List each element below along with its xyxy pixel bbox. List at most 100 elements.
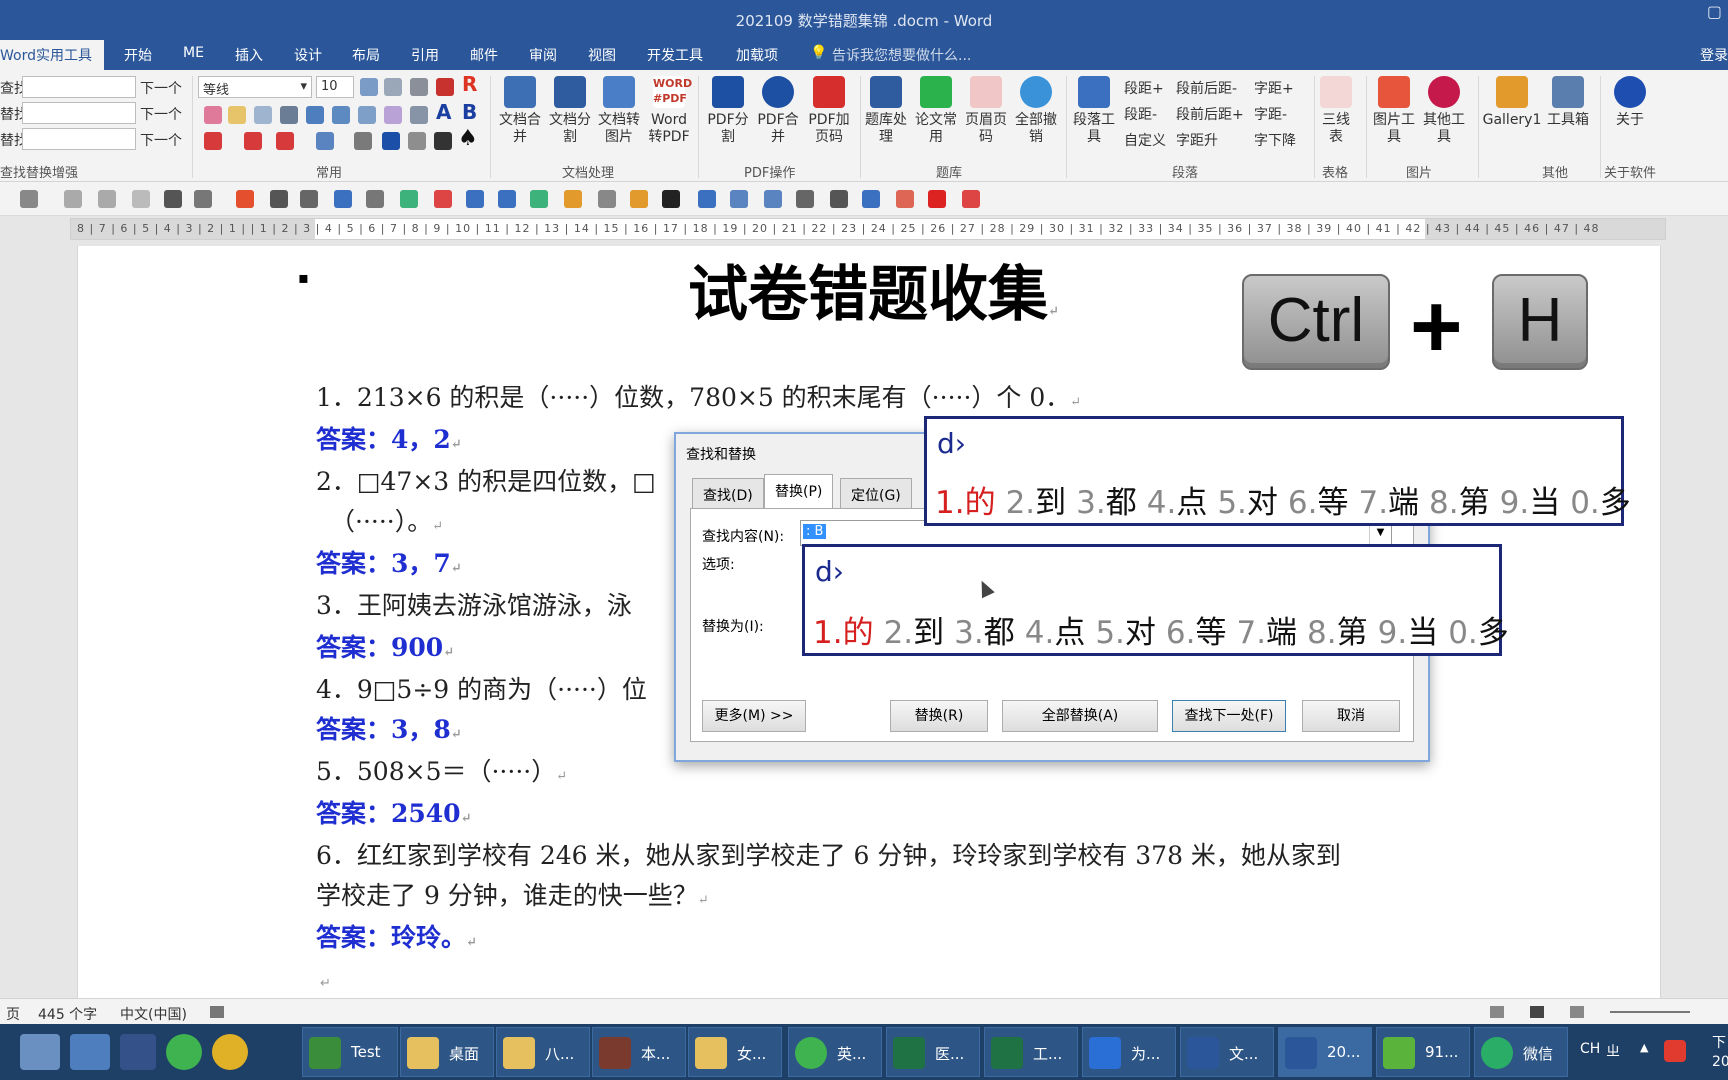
page-icon[interactable]: [228, 106, 246, 124]
para-before-after-plus[interactable]: 段前后距+: [1176, 104, 1244, 124]
font-size-select[interactable]: 10: [316, 76, 354, 98]
ime-candidate[interactable]: 7.端: [1358, 485, 1419, 521]
ime-candidate[interactable]: 2.到: [1006, 485, 1067, 521]
red-hatch-icon[interactable]: [928, 190, 946, 208]
truck-icon[interactable]: [796, 190, 814, 208]
tab-references[interactable]: 引用: [411, 45, 439, 65]
pdf-page-number-button[interactable]: PDF加页码: [804, 76, 854, 146]
replace-icon[interactable]: [194, 190, 212, 208]
clock-date[interactable]: 20: [1712, 1054, 1728, 1070]
ime-candidate[interactable]: 6.等: [1288, 485, 1349, 521]
table-icon[interactable]: [360, 78, 378, 96]
list-icon[interactable]: [316, 132, 334, 150]
about-button[interactable]: 关于: [1608, 76, 1652, 129]
ime-candidate[interactable]: 6.等: [1166, 615, 1227, 651]
chrome-icon[interactable]: [212, 1034, 248, 1070]
zoom-icon[interactable]: [98, 190, 116, 208]
char-raise[interactable]: 字距升: [1176, 130, 1218, 150]
refresh-icon[interactable]: [366, 190, 384, 208]
restore-icon[interactable]: ▢: [1707, 2, 1722, 21]
zoom-slider[interactable]: [1610, 1011, 1690, 1013]
ime-indicator[interactable]: CH: [1580, 1041, 1600, 1057]
print-preview-icon[interactable]: [64, 190, 82, 208]
other-tools-button[interactable]: 其他工具: [1420, 76, 1468, 146]
tab-find[interactable]: 查找(D): [692, 478, 764, 508]
edit-icon[interactable]: [306, 106, 324, 124]
ime-candidate[interactable]: 2.到: [884, 615, 945, 651]
tab-layout[interactable]: 布局: [352, 45, 380, 65]
ime-candidate[interactable]: 9.当: [1500, 485, 1561, 521]
ime-candidate[interactable]: 7.端: [1236, 615, 1297, 651]
ime-candidate[interactable]: 3.都: [1076, 485, 1137, 521]
clock[interactable]: 下: [1712, 1032, 1726, 1052]
taskbar-item-wps[interactable]: 为...: [1082, 1027, 1176, 1077]
ime-candidate[interactable]: 0.多: [1448, 615, 1509, 651]
grid-icon[interactable]: [384, 78, 402, 96]
bird-2-icon[interactable]: [962, 190, 980, 208]
ime-candidate[interactable]: 9.当: [1378, 615, 1439, 651]
ie-icon[interactable]: [166, 1034, 202, 1070]
read-mode-icon[interactable]: [1490, 1006, 1504, 1018]
strike-icon[interactable]: [244, 132, 262, 150]
doc-to-image-button[interactable]: 文档转图片: [594, 76, 644, 146]
para-custom[interactable]: 自定义: [1124, 130, 1166, 150]
taskbar-item-test[interactable]: Test: [302, 1027, 398, 1077]
taskbar-item-word-1[interactable]: 文...: [1180, 1027, 1274, 1077]
macro-icon[interactable]: [210, 1006, 224, 1018]
gallery-button[interactable]: Gallery1: [1480, 76, 1544, 129]
replace-input-2[interactable]: [22, 128, 136, 150]
taskbar-item-folder-8[interactable]: 八...: [496, 1027, 590, 1077]
tab-mailings[interactable]: 邮件: [470, 45, 498, 65]
doc-merge-button[interactable]: 文档合并: [498, 76, 542, 146]
bulb-icon[interactable]: [384, 106, 402, 124]
tiku-process-button[interactable]: 题库处理: [862, 76, 910, 146]
taskbar-item-excel-1[interactable]: 医...: [886, 1027, 980, 1077]
language-indicator[interactable]: 中文(中国): [120, 1004, 187, 1024]
next-button-2[interactable]: 下一个: [140, 104, 182, 124]
page-count[interactable]: 页: [6, 1004, 20, 1024]
back-icon[interactable]: [400, 190, 418, 208]
char-spacing-minus[interactable]: 字距-: [1254, 104, 1287, 124]
ime-mode-indicator[interactable]: ㄓ: [1606, 1041, 1620, 1061]
next-button-3[interactable]: 下一个: [140, 130, 182, 150]
phone-icon[interactable]: [830, 190, 848, 208]
ime-candidate[interactable]: 1.的: [813, 615, 874, 651]
next-button-1[interactable]: 下一个: [140, 78, 182, 98]
taskbar-item-excel-2[interactable]: 工...: [984, 1027, 1078, 1077]
folder-icon[interactable]: [132, 190, 150, 208]
pdf-merge-button[interactable]: PDF合并: [756, 76, 800, 146]
para-spacing-plus[interactable]: 段距+: [1124, 78, 1164, 98]
format-painter-icon[interactable]: [354, 132, 372, 150]
eraser-icon[interactable]: [204, 106, 222, 124]
scale-icon[interactable]: [764, 190, 782, 208]
replace-all-button[interactable]: 全部替换(A): [1002, 700, 1158, 732]
font-name-select[interactable]: 等线 ▾: [198, 76, 312, 98]
tab-view[interactable]: 视图: [588, 45, 616, 65]
recorder-tray-icon[interactable]: [1664, 1040, 1686, 1062]
split-icon[interactable]: [410, 106, 428, 124]
checker-icon[interactable]: [300, 190, 318, 208]
word-count[interactable]: 445 个字: [38, 1004, 97, 1024]
ime-candidate[interactable]: 3.都: [954, 615, 1015, 651]
image-line-icon[interactable]: [862, 190, 880, 208]
bold-b-icon[interactable]: B: [462, 100, 477, 124]
anchor-icon[interactable]: [270, 190, 288, 208]
tab-design[interactable]: 设计: [294, 45, 322, 65]
char-spacing-plus[interactable]: 字距+: [1254, 78, 1294, 98]
forward-circle-icon[interactable]: [498, 190, 516, 208]
dots-icon[interactable]: [358, 106, 376, 124]
header-page-button[interactable]: 页眉页码: [962, 76, 1010, 146]
grid-color-icon[interactable]: [564, 190, 582, 208]
font-a-icon[interactable]: A: [436, 100, 451, 124]
ime-candidate[interactable]: 4.点: [1147, 485, 1208, 521]
tab-goto[interactable]: 定位(G): [840, 478, 912, 508]
find-next-button[interactable]: 查找下一处(F): [1172, 700, 1286, 732]
taskbar-item-recorder[interactable]: 91...: [1376, 1027, 1470, 1077]
taskbar-item-wechat[interactable]: 微信: [1474, 1027, 1568, 1077]
para-before-after-minus[interactable]: 段前后距-: [1176, 78, 1237, 98]
web-layout-icon[interactable]: [1570, 1006, 1584, 1018]
taskbar-item-app[interactable]: 本...: [592, 1027, 686, 1077]
ime-candidate[interactable]: 4.点: [1025, 615, 1086, 651]
find-input[interactable]: [22, 76, 136, 98]
bar-chart-icon[interactable]: [630, 190, 648, 208]
